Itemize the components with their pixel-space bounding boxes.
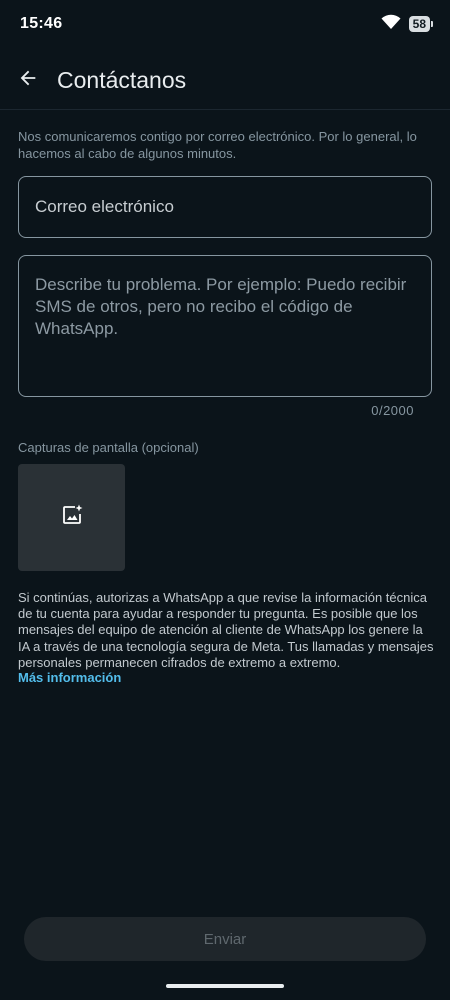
status-icons: 58: [381, 14, 434, 35]
arrow-back-icon: [17, 67, 39, 94]
more-info-link[interactable]: Más información: [18, 670, 121, 685]
screenshots-label: Capturas de pantalla (opcional): [18, 440, 199, 455]
page-title: Contáctanos: [57, 67, 187, 93]
status-time: 15:46: [20, 15, 63, 32]
add-photo-icon: [60, 503, 84, 532]
back-button[interactable]: [14, 67, 42, 95]
battery-icon: 58: [408, 16, 434, 32]
home-indicator[interactable]: [166, 984, 284, 988]
intro-text: Nos comunicaremos contigo por correo ele…: [18, 129, 417, 161]
send-button[interactable]: Enviar: [24, 917, 426, 961]
add-screenshot-button[interactable]: [18, 464, 125, 571]
description-field[interactable]: [18, 255, 432, 397]
char-counter: 0/2000: [371, 403, 414, 418]
wifi-icon: [381, 14, 401, 35]
app-bar: Contáctanos: [0, 52, 450, 110]
status-bar: 15:46 58: [0, 0, 450, 48]
disclaimer-text: Si continúas, autorizas a WhatsApp a que…: [18, 590, 434, 670]
email-field[interactable]: [18, 176, 432, 238]
